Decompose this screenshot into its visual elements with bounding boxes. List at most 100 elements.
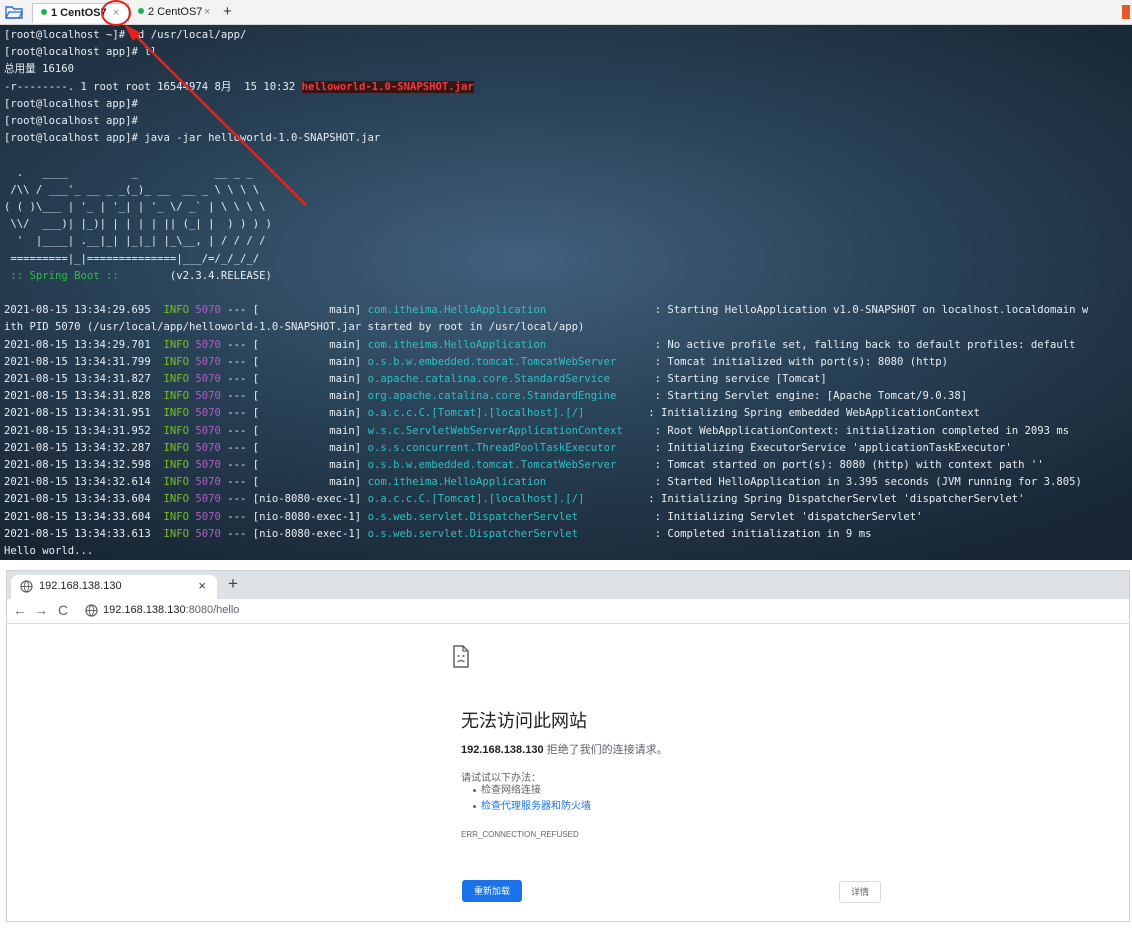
spring-boot-label: :: Spring Boot :: bbox=[4, 269, 119, 282]
log-thread: --- [nio-8080-exec-1] bbox=[220, 527, 368, 540]
log-logger: w.s.c.ServletWebServerApplicationContext bbox=[367, 424, 649, 437]
add-tab-button[interactable]: + bbox=[223, 3, 232, 21]
log-thread: --- [ main] bbox=[220, 476, 368, 489]
log-thread: --- [nio-8080-exec-1] bbox=[220, 493, 368, 506]
log-timestamp: 2021-08-15 13:34:31.951 bbox=[4, 407, 164, 420]
close-tab-icon[interactable]: × bbox=[113, 4, 119, 22]
error-host: 192.168.138.130 bbox=[461, 744, 544, 756]
terminal-line: /\\ / ___'_ __ _ _(_)_ __ __ _ \ \ \ \ bbox=[4, 183, 260, 196]
log-timestamp: 2021-08-15 13:34:33.604 bbox=[4, 510, 164, 523]
log-thread: --- [ main] bbox=[220, 304, 368, 317]
panel-icon[interactable] bbox=[1122, 5, 1130, 19]
log-timestamp: 2021-08-15 13:34:31.827 bbox=[4, 373, 164, 386]
log-pid: 5070 bbox=[195, 407, 221, 420]
folder-icon[interactable] bbox=[5, 4, 23, 20]
log-timestamp: 2021-08-15 13:34:33.604 bbox=[4, 493, 164, 506]
log-thread: --- [ main] bbox=[220, 355, 368, 368]
log-logger: o.s.b.w.embedded.tomcat.TomcatWebServer bbox=[367, 459, 649, 472]
log-level: INFO bbox=[163, 373, 189, 386]
log-level: INFO bbox=[163, 424, 189, 437]
log-message: : Root WebApplicationContext: initializa… bbox=[654, 424, 1070, 437]
log-logger: o.apache.catalina.core.StandardService bbox=[367, 373, 649, 386]
log-message: : Completed initialization in 9 ms bbox=[654, 527, 872, 540]
log-timestamp: 2021-08-15 13:34:31.952 bbox=[4, 424, 164, 437]
log-level: INFO bbox=[163, 407, 189, 420]
close-tab-icon[interactable]: × bbox=[204, 3, 210, 21]
browser-tab-strip: 192.168.138.130 × + bbox=[7, 571, 1129, 599]
back-button[interactable]: ← bbox=[13, 602, 27, 619]
log-pid: 5070 bbox=[195, 373, 221, 386]
log-message: : Initializing ExecutorService 'applicat… bbox=[654, 441, 1012, 454]
log-pid: 5070 bbox=[195, 338, 221, 351]
log-level: INFO bbox=[163, 493, 189, 506]
log-message: : Initializing Spring DispatcherServlet … bbox=[648, 493, 1025, 506]
log-level: INFO bbox=[163, 338, 189, 351]
log-thread: --- [ main] bbox=[220, 390, 368, 403]
terminal-line: . ____ _ __ _ _ bbox=[4, 166, 253, 179]
tab-label: 1 CentOS7 bbox=[51, 7, 107, 19]
log-timestamp: 2021-08-15 13:34:31.799 bbox=[4, 355, 164, 368]
forward-button[interactable]: → bbox=[34, 602, 48, 619]
log-pid: 5070 bbox=[195, 493, 221, 506]
log-timestamp: 2021-08-15 13:34:33.613 bbox=[4, 527, 164, 540]
error-description: 192.168.138.130 拒绝了我们的连接请求。 bbox=[461, 741, 668, 757]
site-info-icon[interactable] bbox=[85, 604, 98, 617]
log-timestamp: 2021-08-15 13:34:29.701 bbox=[4, 338, 164, 351]
reload-button[interactable]: C bbox=[58, 602, 68, 619]
terminal-tab-1[interactable]: 1 CentOS7 × bbox=[32, 3, 129, 23]
log-pid: 5070 bbox=[195, 304, 221, 317]
address-bar[interactable]: 192.168.138.130:8080/hello bbox=[103, 604, 239, 616]
url-path: :8080/hello bbox=[185, 604, 240, 616]
log-logger: org.apache.catalina.core.StandardEngine bbox=[367, 390, 649, 403]
log-level: INFO bbox=[163, 459, 189, 472]
terminal-line: 总用量 16160 bbox=[4, 63, 75, 76]
terminal-line: ' |____| .__|_| |_|_| |_\__, | / / / / bbox=[4, 235, 266, 248]
browser-tab[interactable]: 192.168.138.130 × bbox=[11, 575, 217, 599]
details-button[interactable]: 详情 bbox=[839, 881, 881, 903]
log-logger: o.a.c.c.C.[Tomcat].[localhost].[/] bbox=[367, 493, 642, 506]
error-title: 无法访问此网站 bbox=[461, 711, 587, 731]
reload-page-button[interactable]: 重新加载 bbox=[462, 880, 522, 902]
sad-page-icon bbox=[453, 645, 469, 668]
log-timestamp: 2021-08-15 13:34:31.828 bbox=[4, 390, 164, 403]
log-logger: o.s.b.w.embedded.tomcat.TomcatWebServer bbox=[367, 355, 649, 368]
log-logger: o.s.web.servlet.DispatcherServlet bbox=[367, 510, 649, 523]
log-logger: com.itheima.HelloApplication bbox=[367, 338, 649, 351]
suggestions-heading: 请试试以下办法： bbox=[461, 773, 541, 784]
log-thread: --- [ main] bbox=[220, 424, 368, 437]
log-logger: o.s.web.servlet.DispatcherServlet bbox=[367, 527, 649, 540]
log-level: INFO bbox=[163, 304, 189, 317]
terminal-line: ( ( )\___ | '_ | '_| | '_ \/ _` | \ \ \ … bbox=[4, 201, 266, 214]
terminal-line: [root@localhost ~]# cd /usr/local/app/ bbox=[4, 29, 247, 41]
browser-window: 192.168.138.130 × + ← → C 192.168.138.13… bbox=[6, 570, 1130, 922]
log-timestamp: 2021-08-15 13:34:32.287 bbox=[4, 441, 164, 454]
log-message: : Starting Servlet engine: [Apache Tomca… bbox=[654, 390, 968, 403]
log-message: : Initializing Servlet 'dispatcherServle… bbox=[654, 510, 923, 523]
log-thread: --- [ main] bbox=[220, 441, 368, 454]
log-message: : Tomcat started on port(s): 8080 (http)… bbox=[654, 459, 1044, 472]
terminal-tab-bar: 1 CentOS7 × 2 CentOS7 × + bbox=[0, 0, 1132, 25]
log-level: INFO bbox=[163, 441, 189, 454]
log-thread: --- [ main] bbox=[220, 407, 368, 420]
spring-boot-version: (v2.3.4.RELEASE) bbox=[169, 269, 272, 282]
status-dot-icon bbox=[41, 9, 47, 15]
jar-file-name: helloworld-1.0-SNAPSHOT.jar bbox=[301, 80, 474, 93]
error-code: ERR_CONNECTION_REFUSED bbox=[461, 830, 579, 839]
new-tab-button[interactable]: + bbox=[228, 574, 238, 594]
terminal-output[interactable]: [root@localhost ~]# cd /usr/local/app/ [… bbox=[0, 25, 1132, 560]
log-message: : Starting service [Tomcat] bbox=[654, 373, 827, 386]
log-thread: --- [ main] bbox=[220, 338, 368, 351]
log-thread: --- [nio-8080-exec-1] bbox=[220, 510, 368, 523]
suggestion-check-proxy-link[interactable]: 检查代理服务器和防火墙 bbox=[473, 799, 591, 815]
error-text: 拒绝了我们的连接请求。 bbox=[543, 744, 668, 756]
log-thread: --- [ main] bbox=[220, 373, 368, 386]
output-line: Hello world... bbox=[4, 545, 94, 558]
terminal-line: -r--------. 1 root root 16544974 8月 15 1… bbox=[4, 80, 302, 93]
terminal-line: =========|_|==============|___/=/_/_/_/ bbox=[4, 252, 260, 265]
terminal-window: 1 CentOS7 × 2 CentOS7 × + [root@localhos… bbox=[0, 0, 1132, 560]
close-icon[interactable]: × bbox=[198, 578, 206, 593]
terminal-tab-2[interactable]: 2 CentOS7 × bbox=[130, 3, 217, 23]
status-dot-icon bbox=[138, 8, 144, 14]
log-pid: 5070 bbox=[195, 510, 221, 523]
log-level: INFO bbox=[163, 476, 189, 489]
